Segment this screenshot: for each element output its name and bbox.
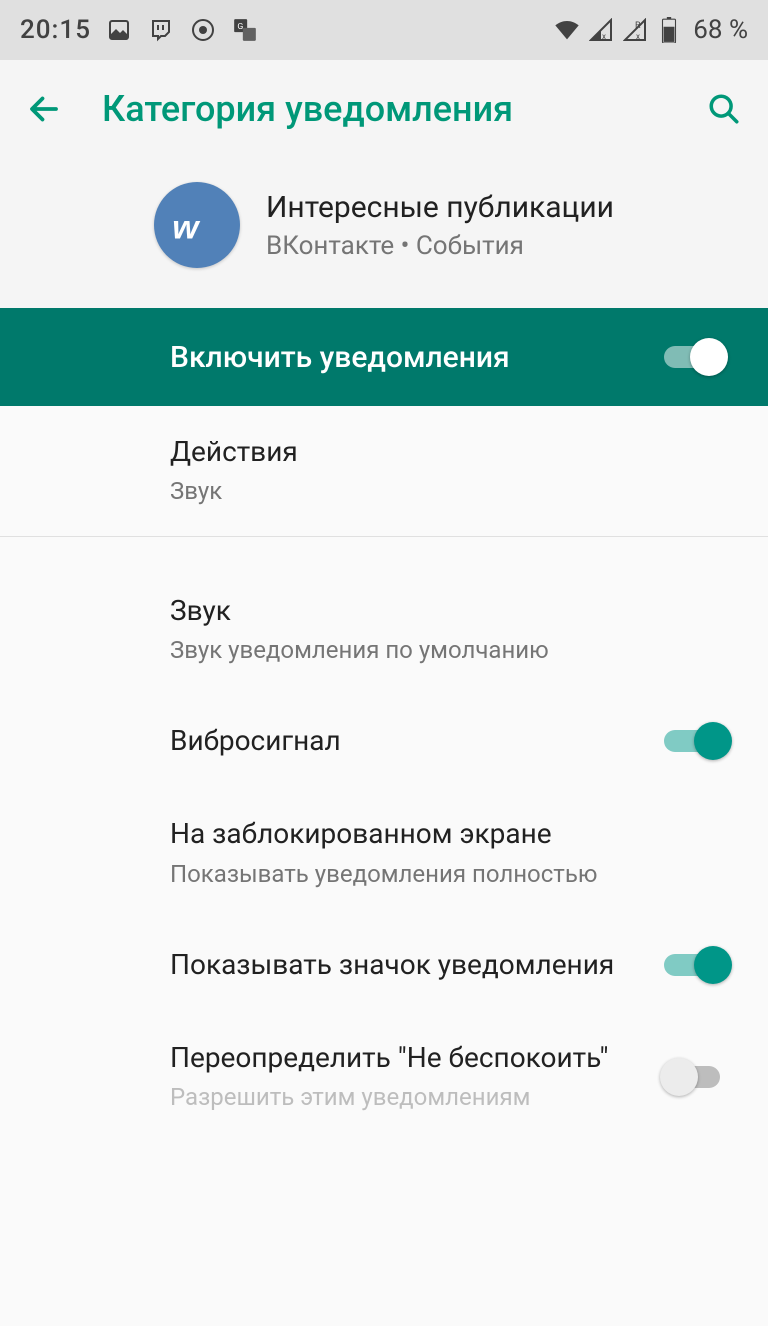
translate-icon: G xyxy=(231,16,259,44)
setting-title: Переопределить "Не беспокоить" xyxy=(170,1040,608,1076)
battery-icon xyxy=(655,16,683,44)
vibration-switch[interactable] xyxy=(664,722,728,760)
setting-actions[interactable]: Действия Звук xyxy=(0,406,768,536)
channel-title: Интересные публикации xyxy=(266,190,614,225)
setting-subtitle: Разрешить этим уведомлениям xyxy=(170,1082,608,1113)
settings-list: Действия Звук Звук Звук уведомления по у… xyxy=(0,406,768,1326)
signal-1-icon: x xyxy=(587,16,615,44)
app-bar: Категория уведомления xyxy=(0,60,768,158)
setting-title: Вибросигнал xyxy=(170,723,341,759)
svg-text:G: G xyxy=(237,22,243,32)
setting-vibration[interactable]: Вибросигнал xyxy=(0,694,768,788)
screen: 20:15 G x Rx xyxy=(0,0,768,1326)
svg-text:w: w xyxy=(172,209,201,247)
app-info-header: w Интересные публикации ВКонтакте • Собы… xyxy=(0,158,768,308)
page-title: Категория уведомления xyxy=(102,88,666,130)
app-icon xyxy=(189,16,217,44)
signal-2-icon: Rx xyxy=(621,16,649,44)
setting-sound[interactable]: Звук Звук уведомления по умолчанию xyxy=(0,565,768,695)
master-toggle-row[interactable]: Включить уведомления xyxy=(0,308,768,406)
setting-title: Действия xyxy=(170,434,298,470)
channel-subtitle: ВКонтакте • События xyxy=(266,231,614,261)
status-time: 20:15 xyxy=(20,15,91,45)
battery-text: 68 % xyxy=(693,15,748,45)
setting-title: Показывать значок уведомления xyxy=(170,947,614,983)
setting-title: На заблокированном экране xyxy=(170,816,597,852)
svg-text:R: R xyxy=(635,21,641,31)
master-toggle-switch[interactable] xyxy=(664,338,728,376)
status-right: x Rx 68 % xyxy=(553,15,748,45)
setting-show-icon[interactable]: Показывать значок уведомления xyxy=(0,918,768,1012)
search-button[interactable] xyxy=(704,89,744,129)
app-logo-icon: w xyxy=(154,182,240,268)
twitch-icon xyxy=(147,16,175,44)
setting-subtitle: Звук xyxy=(170,476,298,507)
status-bar: 20:15 G x Rx xyxy=(0,0,768,60)
setting-subtitle: Звук уведомления по умолчанию xyxy=(170,635,549,666)
back-button[interactable] xyxy=(24,89,64,129)
setting-lockscreen[interactable]: На заблокированном экране Показывать уве… xyxy=(0,788,768,918)
show-icon-switch[interactable] xyxy=(664,946,728,984)
app-info-texts: Интересные публикации ВКонтакте • Событи… xyxy=(266,190,614,261)
master-toggle-label: Включить уведомления xyxy=(170,340,510,375)
gallery-icon xyxy=(105,16,133,44)
svg-text:x: x xyxy=(636,32,640,41)
setting-override-dnd[interactable]: Переопределить "Не беспокоить" Разрешить… xyxy=(0,1012,768,1142)
status-left: 20:15 G xyxy=(20,15,259,45)
svg-text:x: x xyxy=(602,32,606,41)
override-dnd-switch[interactable] xyxy=(664,1058,728,1096)
wifi-icon xyxy=(553,16,581,44)
setting-subtitle: Показывать уведомления полностью xyxy=(170,859,597,890)
search-icon xyxy=(707,92,741,126)
section-gap xyxy=(0,537,768,565)
setting-title: Звук xyxy=(170,593,549,629)
arrow-back-icon xyxy=(26,91,62,127)
